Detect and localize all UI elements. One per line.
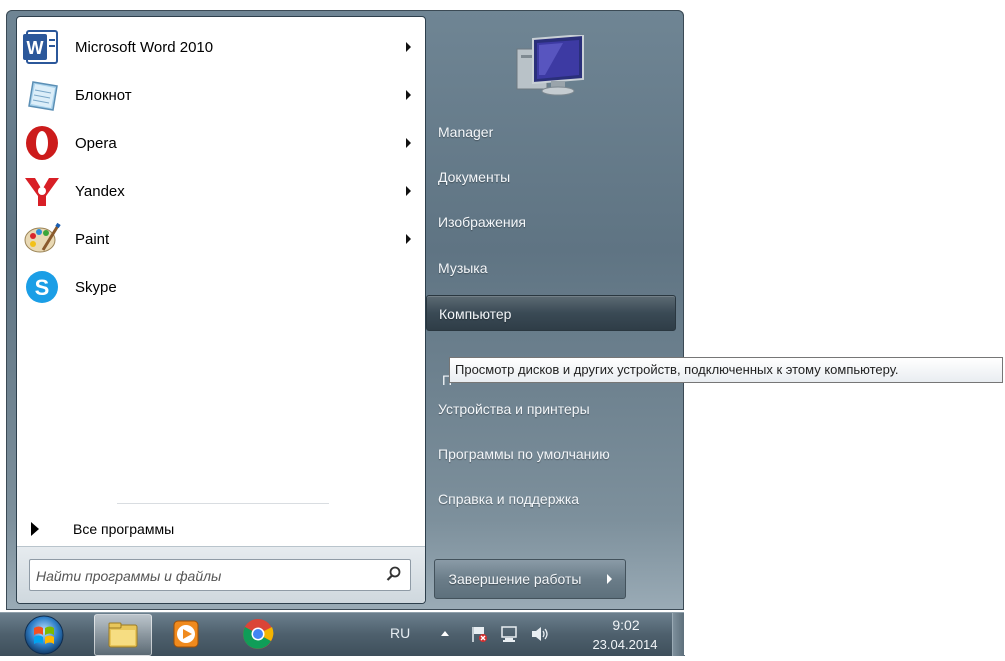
start-menu: W Microsoft Word 2010 Блокнот Opera Yand… bbox=[6, 10, 684, 610]
background bbox=[684, 612, 1005, 655]
start-button[interactable] bbox=[22, 614, 66, 661]
search-input[interactable] bbox=[34, 564, 368, 588]
program-item-word[interactable]: W Microsoft Word 2010 bbox=[17, 23, 425, 71]
all-programs-label: Все программы bbox=[73, 521, 175, 537]
paint-icon bbox=[23, 220, 61, 258]
link-help-support[interactable]: Справка и поддержка bbox=[426, 481, 676, 517]
search-icon[interactable] bbox=[386, 566, 402, 587]
program-label: Opera bbox=[75, 134, 117, 152]
skype-icon: S bbox=[23, 268, 61, 306]
program-item-yandex[interactable]: Yandex bbox=[17, 167, 425, 215]
program-item-opera[interactable]: Opera bbox=[17, 119, 425, 167]
language-indicator[interactable]: RU bbox=[390, 625, 410, 641]
link-documents[interactable]: Документы bbox=[426, 159, 676, 195]
taskbar: RU 9:02 23.04.2014 bbox=[0, 612, 685, 656]
program-label: Paint bbox=[75, 230, 110, 248]
shutdown-button[interactable]: Завершение работы bbox=[434, 559, 596, 599]
show-hidden-icons-icon[interactable] bbox=[441, 631, 449, 636]
taskbar-explorer[interactable] bbox=[94, 614, 152, 656]
action-center-flag-icon[interactable] bbox=[470, 625, 488, 648]
all-programs-button[interactable]: Все программы bbox=[31, 517, 411, 541]
program-item-skype[interactable]: S Skype bbox=[17, 263, 425, 311]
tooltip: Просмотр дисков и других устройств, подк… bbox=[449, 357, 1003, 383]
opera-icon bbox=[23, 124, 61, 162]
explorer-icon bbox=[108, 622, 138, 648]
chevron-right-icon bbox=[607, 574, 612, 584]
chrome-icon bbox=[243, 619, 274, 649]
submenu-arrow-icon[interactable] bbox=[406, 90, 411, 100]
program-label: Yandex bbox=[75, 182, 125, 200]
svg-text:W: W bbox=[27, 38, 44, 58]
submenu-arrow-icon[interactable] bbox=[406, 138, 411, 148]
pinned-programs-list: W Microsoft Word 2010 Блокнот Opera Yand… bbox=[17, 23, 425, 311]
link-music[interactable]: Музыка bbox=[426, 250, 676, 286]
link-default-programs[interactable]: Программы по умолчанию bbox=[426, 436, 676, 472]
program-label: Skype bbox=[75, 278, 117, 296]
link-manager[interactable]: Manager bbox=[426, 114, 676, 150]
search-area bbox=[17, 546, 425, 603]
shutdown-options-button[interactable] bbox=[595, 559, 626, 599]
divider bbox=[117, 503, 329, 504]
search-box[interactable] bbox=[29, 559, 411, 591]
link-pictures[interactable]: Изображения bbox=[426, 204, 676, 240]
network-icon[interactable] bbox=[500, 625, 520, 648]
programs-pane: W Microsoft Word 2010 Блокнот Opera Yand… bbox=[16, 16, 426, 604]
svg-text:S: S bbox=[35, 275, 50, 300]
yandex-icon bbox=[23, 172, 61, 210]
submenu-arrow-icon[interactable] bbox=[406, 186, 411, 196]
submenu-arrow-icon[interactable] bbox=[406, 42, 411, 52]
word-icon: W bbox=[23, 28, 61, 66]
program-label: Microsoft Word 2010 bbox=[75, 38, 214, 56]
program-item-paint[interactable]: Paint bbox=[17, 215, 425, 263]
media-player-icon bbox=[173, 620, 199, 648]
program-label: Блокнот bbox=[75, 86, 132, 104]
program-item-notepad[interactable]: Блокнот bbox=[17, 71, 425, 119]
taskbar-chrome[interactable] bbox=[230, 614, 286, 654]
expand-arrow-icon bbox=[31, 522, 39, 536]
volume-icon[interactable] bbox=[530, 625, 550, 648]
taskbar-media-player[interactable] bbox=[158, 614, 214, 654]
clock-date[interactable]: 23.04.2014 bbox=[580, 637, 670, 652]
link-devices-printers[interactable]: Устройства и принтеры bbox=[426, 391, 676, 427]
notepad-icon bbox=[23, 76, 61, 114]
submenu-arrow-icon[interactable] bbox=[406, 234, 411, 244]
clock-time[interactable]: 9:02 bbox=[596, 617, 656, 633]
link-computer[interactable]: Компьютер bbox=[426, 295, 676, 331]
user-picture-icon[interactable] bbox=[511, 33, 591, 104]
